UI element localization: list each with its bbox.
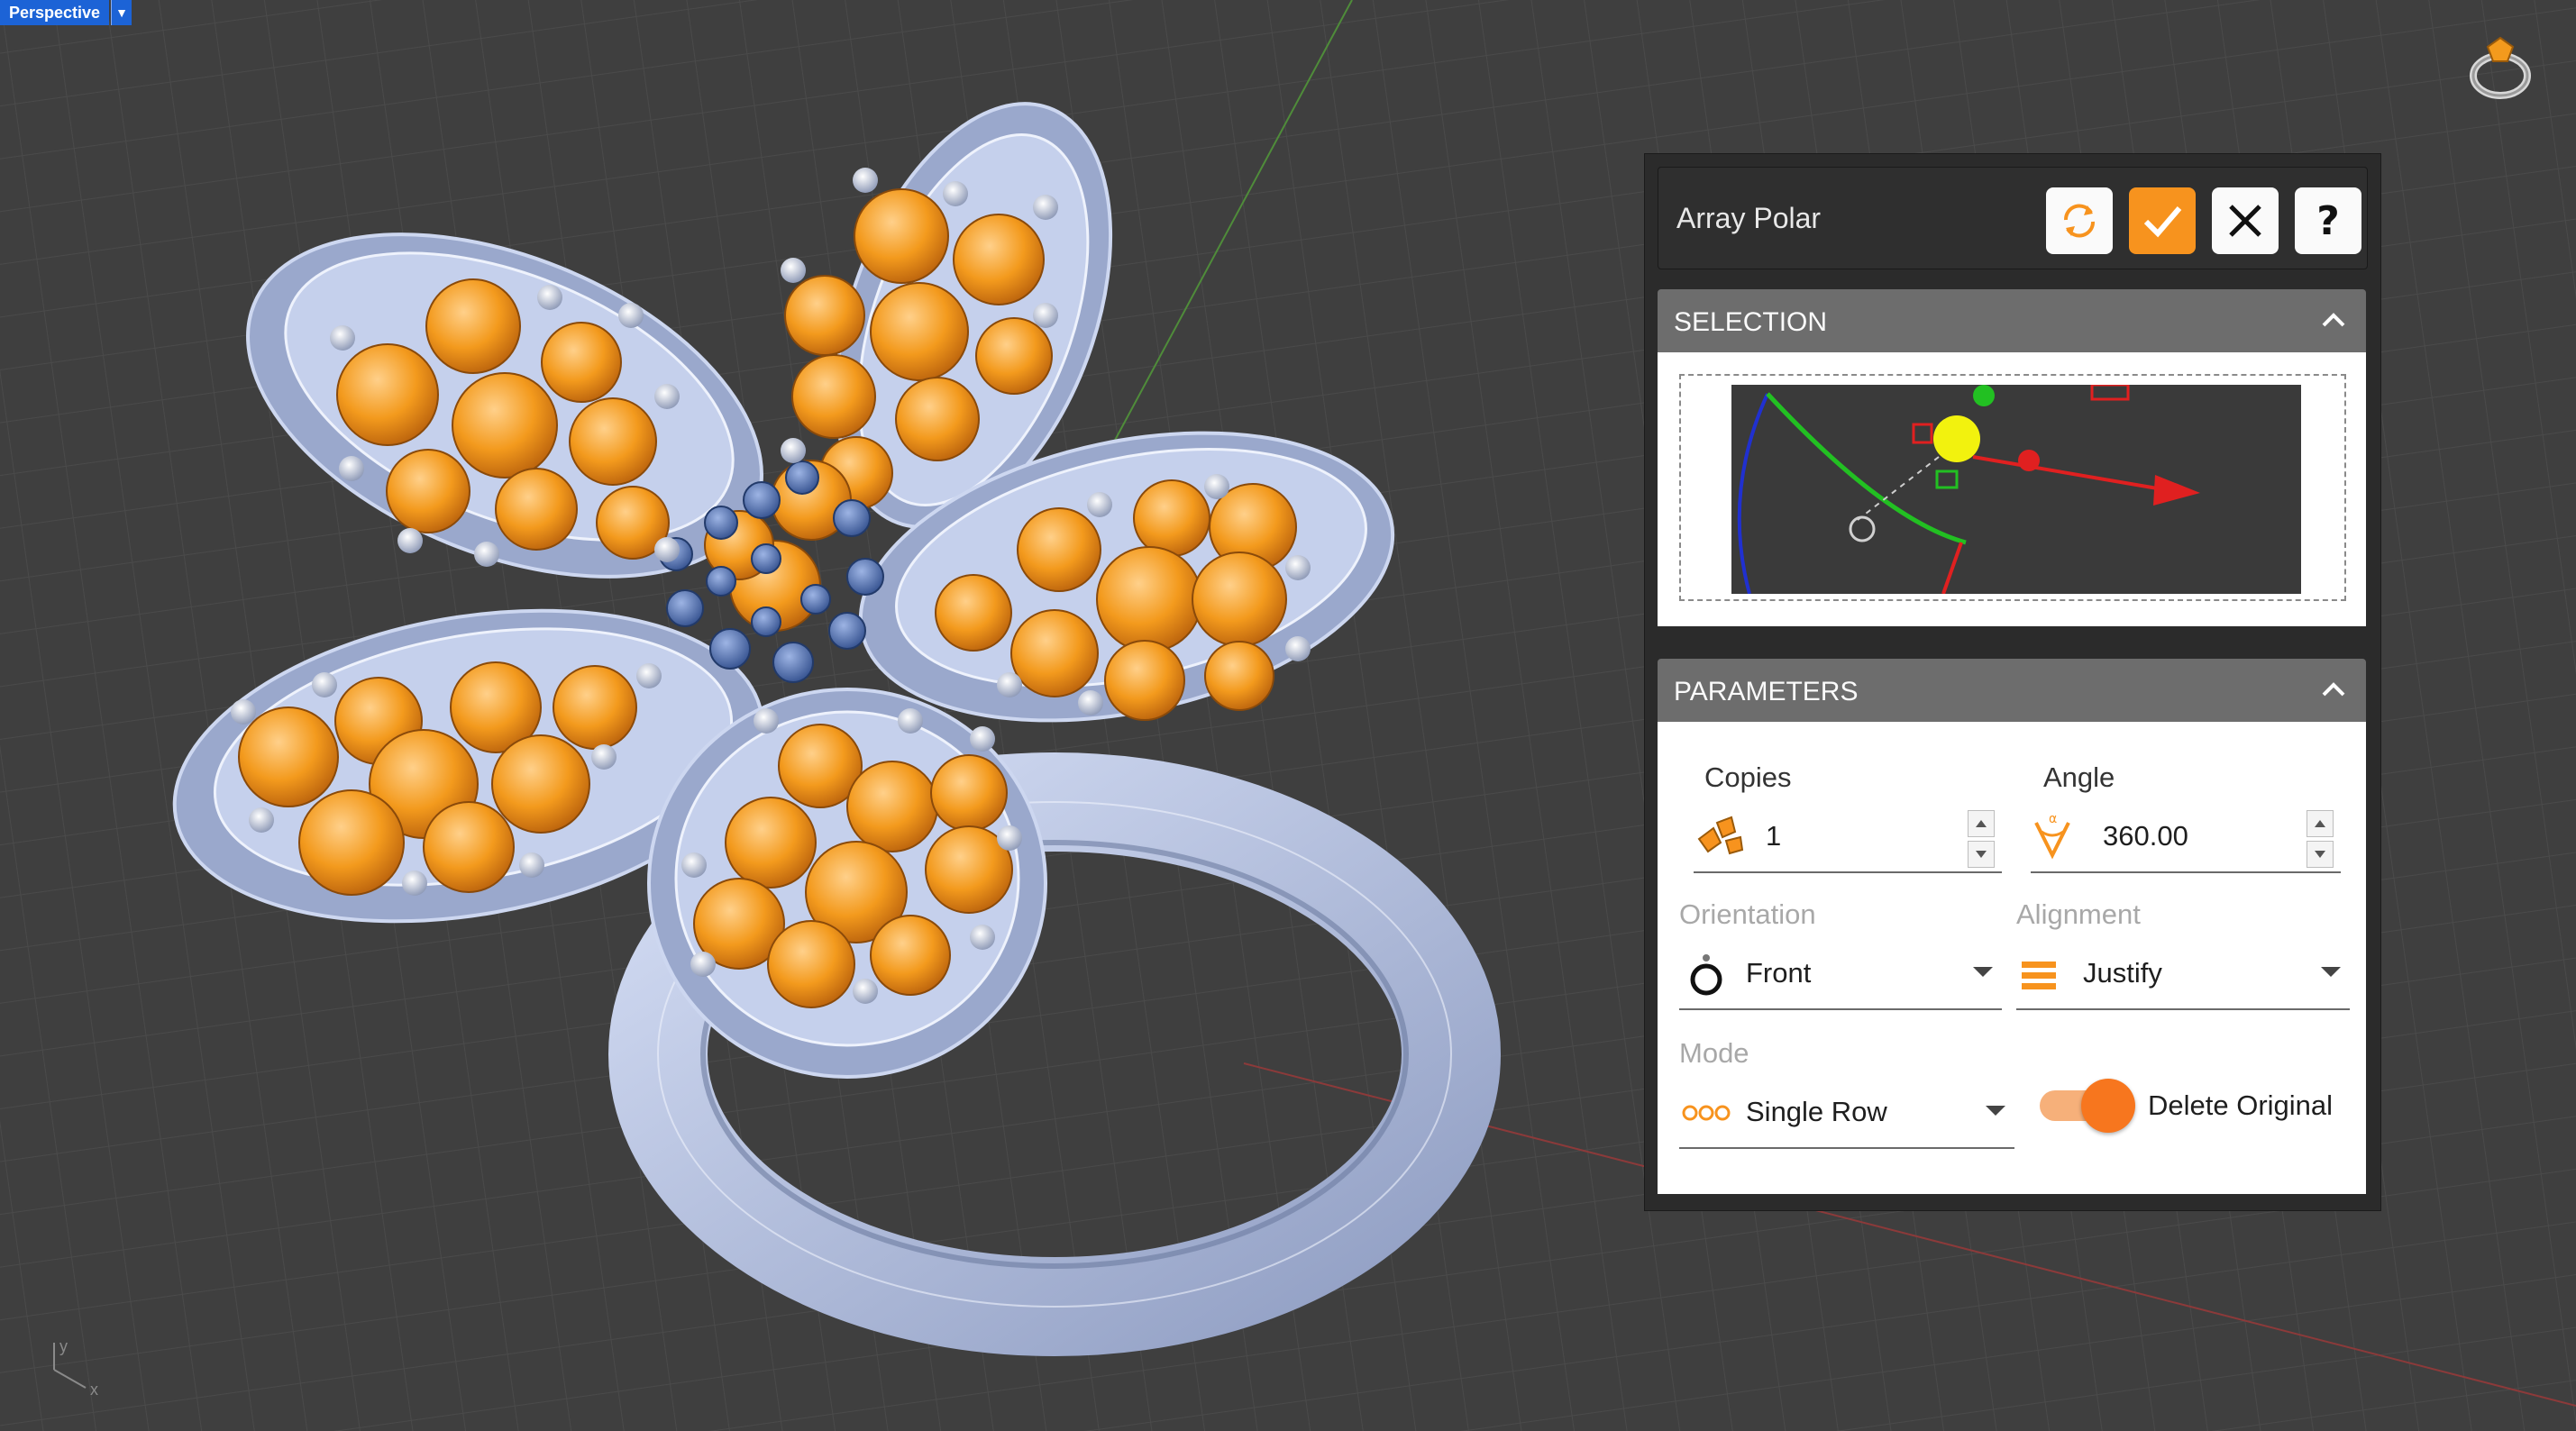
- close-icon: [2229, 205, 2261, 237]
- selection-header[interactable]: SELECTION: [1658, 289, 2366, 352]
- panel-title: Array Polar: [1676, 202, 1822, 234]
- chevron-down-icon[interactable]: [1986, 1106, 2005, 1116]
- delete-original-toggle[interactable]: [2040, 1079, 2137, 1133]
- single-row-icon: [1682, 1105, 1731, 1121]
- justify-icon: [2022, 962, 2056, 989]
- axis-y-label: y: [59, 1337, 68, 1355]
- angle-label: Angle: [2043, 761, 2115, 793]
- viewport-tab[interactable]: Perspective ▼: [0, 0, 132, 25]
- help-button[interactable]: ?: [2295, 187, 2361, 254]
- panel-titlebar: Array Polar ?: [1658, 167, 2368, 269]
- selection-title: SELECTION: [1674, 307, 1828, 337]
- orientation-label: Orientation: [1679, 898, 1816, 930]
- refresh-button[interactable]: [2046, 187, 2113, 254]
- selection-preview-frame[interactable]: [1679, 374, 2346, 601]
- ring-front-icon: [1690, 954, 1722, 996]
- angle-field[interactable]: α 360.00: [2031, 801, 2341, 873]
- confirm-button[interactable]: [2129, 187, 2196, 254]
- array-polar-panel: Array Polar ? SELECTION PARAMETERS Copie…: [1644, 153, 2381, 1211]
- toggle-knob: [2081, 1079, 2135, 1133]
- mode-select[interactable]: Single Row: [1679, 1077, 2014, 1149]
- parameters-body: Copies 1 Angle α 360.00 Orientation Fron…: [1658, 722, 2366, 1194]
- chevron-down-icon[interactable]: [2321, 967, 2341, 977]
- question-icon: ?: [2316, 197, 2340, 244]
- refresh-icon: [2063, 204, 2096, 238]
- angle-icon: α: [2034, 812, 2070, 860]
- mode-label: Mode: [1679, 1037, 1749, 1069]
- polar-gizmo-preview: [1737, 385, 2200, 594]
- viewport-name[interactable]: Perspective: [0, 0, 110, 25]
- copies-decrement[interactable]: [1968, 841, 1995, 868]
- orientation-value: Front: [1746, 957, 1812, 989]
- angle-decrement[interactable]: [2307, 841, 2334, 868]
- chevron-up-icon[interactable]: [2319, 309, 2348, 331]
- delete-original-label: Delete Original: [2148, 1089, 2334, 1121]
- parameters-title: PARAMETERS: [1674, 677, 1859, 706]
- selection-preview: [1731, 385, 2301, 594]
- ring-logo-icon[interactable]: [2461, 25, 2547, 112]
- gems-copies-icon: [1697, 816, 1744, 855]
- angle-value[interactable]: 360.00: [2103, 801, 2188, 871]
- copies-label: Copies: [1704, 761, 1792, 793]
- alignment-select[interactable]: Justify: [2016, 938, 2350, 1010]
- angle-stepper[interactable]: [2307, 810, 2335, 868]
- svg-text:α: α: [2049, 812, 2057, 826]
- alignment-value: Justify: [2083, 957, 2162, 989]
- parameters-header[interactable]: PARAMETERS: [1658, 659, 2366, 722]
- selection-body: [1658, 352, 2366, 626]
- triangle-down-icon[interactable]: ▼: [111, 0, 132, 25]
- checkmark-icon: [2143, 206, 2182, 238]
- alignment-label: Alignment: [2016, 898, 2141, 930]
- chevron-up-icon[interactable]: [2319, 679, 2348, 700]
- copies-field[interactable]: 1: [1694, 801, 2002, 873]
- chevron-down-icon[interactable]: [1973, 967, 1993, 977]
- copies-value[interactable]: 1: [1766, 801, 1781, 871]
- copies-increment[interactable]: [1968, 810, 1995, 837]
- mode-value: Single Row: [1746, 1096, 1887, 1127]
- axis-x-label: x: [90, 1381, 98, 1399]
- orientation-select[interactable]: Front: [1679, 938, 2002, 1010]
- angle-increment[interactable]: [2307, 810, 2334, 837]
- cancel-button[interactable]: [2212, 187, 2279, 254]
- copies-stepper[interactable]: [1968, 810, 1996, 868]
